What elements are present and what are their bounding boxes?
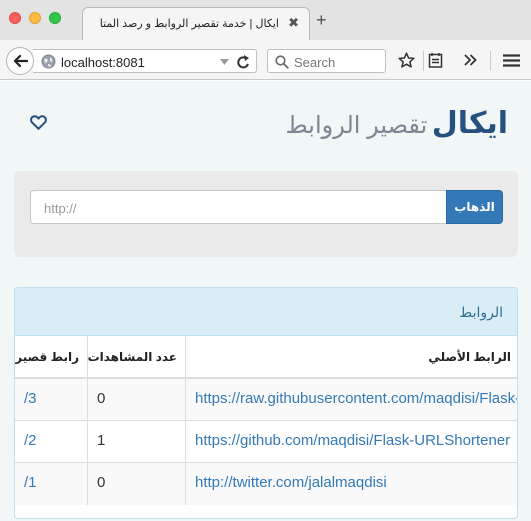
site-brand[interactable]: ايكال تقصير الروابط: [286, 106, 508, 141]
back-button[interactable]: [6, 47, 34, 75]
address-bar[interactable]: localhost:8081: [33, 49, 257, 73]
toolbar-separator: [490, 51, 491, 71]
short-link[interactable]: /2: [15, 421, 88, 462]
links-panel: الروابط رابط قصير عدد المشاهدات الرابط ا…: [14, 287, 518, 519]
tab-title: ايكال | خدمة تقصير الروابط و رصد المتابع…: [99, 18, 279, 30]
window-maximize-button[interactable]: [49, 12, 61, 24]
dropdown-triangle-icon[interactable]: [219, 55, 230, 69]
links-panel-title: الروابط: [459, 304, 503, 320]
heart-icon[interactable]: [30, 115, 47, 130]
reading-list-icon[interactable]: [428, 52, 443, 69]
links-panel-heading: الروابط: [15, 288, 517, 336]
search-icon: [275, 55, 289, 69]
browser-search-field[interactable]: Search: [267, 49, 386, 73]
url-input-placeholder: http://: [44, 201, 77, 216]
view-count: 0: [88, 379, 186, 420]
table-row: /2 1 https://github.com/maqdisi/Flask-UR…: [15, 421, 517, 463]
globe-icon: [41, 54, 56, 69]
short-link[interactable]: /1: [15, 463, 88, 505]
search-placeholder: Search: [294, 55, 336, 70]
original-link[interactable]: https://github.com/maqdisi/Flask-URLShor…: [186, 421, 517, 462]
original-link[interactable]: https://raw.githubusercontent.com/maqdis…: [186, 379, 517, 420]
url-input[interactable]: http://: [30, 190, 447, 224]
new-tab-button[interactable]: +: [316, 11, 327, 29]
table-row: /3 0 https://raw.githubusercontent.com/m…: [15, 379, 517, 421]
short-link[interactable]: /3: [15, 379, 88, 420]
table-row: /1 0 http://twitter.com/jalalmaqdisi: [15, 463, 517, 505]
page-content: ايكال تقصير الروابط http:// الذهاب الروا…: [0, 81, 531, 521]
window-minimize-button[interactable]: [29, 12, 41, 24]
back-arrow-icon: [13, 54, 28, 68]
bookmark-star-icon[interactable]: [398, 52, 415, 69]
browser-tab-active[interactable]: ايكال | خدمة تقصير الروابط و رصد المتابع…: [82, 7, 310, 40]
table-header-row: رابط قصير عدد المشاهدات الرابط الأصلي: [15, 336, 517, 379]
original-link[interactable]: http://twitter.com/jalalmaqdisi: [186, 463, 517, 505]
submit-button[interactable]: الذهاب: [446, 190, 503, 224]
column-header-views: عدد المشاهدات: [88, 336, 186, 377]
window-close-button[interactable]: [9, 12, 21, 24]
hamburger-menu-icon[interactable]: [503, 54, 520, 67]
view-count: 0: [88, 463, 186, 505]
toolbar-separator: [423, 51, 424, 71]
tab-close-icon[interactable]: ✖: [288, 15, 299, 31]
column-header-original-link: الرابط الأصلي: [428, 350, 511, 364]
view-count: 1: [88, 421, 186, 462]
column-header-short-link: رابط قصير: [15, 336, 88, 377]
reload-icon[interactable]: [236, 52, 250, 72]
overflow-chevron-icon[interactable]: [464, 54, 477, 66]
address-bar-url: localhost:8081: [61, 55, 145, 70]
window-titlebar: ايكال | خدمة تقصير الروابط و رصد المتابع…: [0, 0, 531, 40]
shorten-form: http:// الذهاب: [14, 171, 518, 257]
brand-subtitle: تقصير الروابط: [285, 112, 428, 139]
browser-toolbar: localhost:8081 Search: [0, 40, 531, 80]
brand-name: ايكال: [431, 107, 508, 140]
